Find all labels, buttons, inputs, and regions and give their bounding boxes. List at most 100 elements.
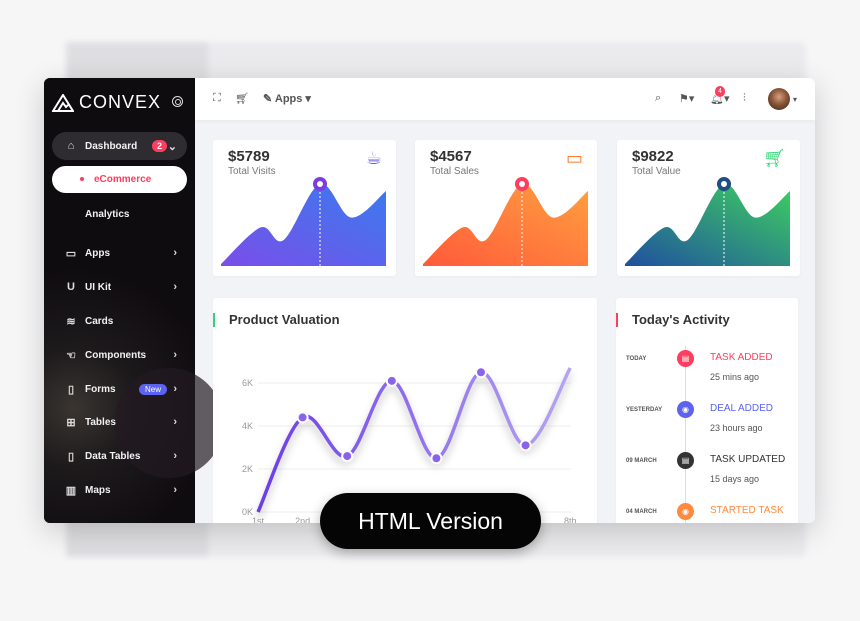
fullscreen-icon[interactable]: ⛶ [213,92,221,105]
sidebar-item-label: Dashboard [85,140,138,152]
sidebar-item-label: Apps [85,247,110,259]
product-valuation-panel: Product Valuation 0K 2K 4K 6K 1st 2nd 8th [213,298,597,523]
avatar-chevron-down-icon[interactable]: ▾ [793,95,797,104]
stat-amount: $5789 [228,148,270,165]
x-tick-label: 2nd [295,516,310,523]
notification-badge: 4 [715,86,725,97]
chevron-right-icon: › [173,450,177,462]
sidebar-item-label: Cards [85,315,114,327]
chevron-right-icon: › [173,484,177,496]
layers-icon: ≋ [66,315,76,328]
sidebar-item-label: Components [85,349,147,361]
apps-label: Apps [274,93,303,105]
data-point[interactable] [475,366,487,379]
eye-icon: ◉ [677,401,694,418]
stat-amount: $4567 [430,148,472,165]
y-tick-label: 4K [242,421,253,431]
stat-amount: $9822 [632,148,674,165]
sidebar-item-components[interactable]: ☜ Components › [52,341,187,369]
activity-title[interactable]: DEAL ADDED [710,403,773,414]
sparkline-chart [221,177,386,266]
activity-time: 23 hours ago [710,423,763,433]
stat-card: $4567 Total Sales ▭ [415,140,597,276]
stat-card: $9822 Total Value 🛒︎ [617,140,800,276]
sidebar-item-label: Analytics [85,208,130,220]
data-point[interactable] [341,450,354,463]
coffee-cup-icon: ☕︎ [365,148,382,168]
sidebar: CONVEX ⌂ Dashboard 2 ⌄ eCommerce Analytics ▭ Ap… [44,78,224,523]
mountain-logo-icon [52,93,74,112]
avatar[interactable] [768,88,790,110]
monitor-icon: ▭ [65,247,77,260]
wallet-icon: ▭ [565,148,583,168]
y-tick-label: 2K [242,464,253,474]
activity-item: 04 MARCH ◉ STARTED TASK [616,497,799,523]
flag-icon[interactable]: ⚑▾ [679,92,694,105]
home-icon: ⌂ [67,140,75,152]
sidebar-item-analytics[interactable]: Analytics [52,200,187,228]
activity-date: YESTERDAY [626,407,663,413]
sparkline-area [221,183,386,266]
sidebar-item-label: eCommerce [94,174,152,185]
cart-icon[interactable]: 🛒︎ [235,92,249,105]
sidebar-item-dashboard[interactable]: ⌂ Dashboard 2 ⌄ [52,132,187,160]
tablet-icon: ▯ [67,450,75,463]
data-point[interactable] [296,411,309,424]
sidebar-badge: 2 [151,140,167,152]
peak-marker[interactable] [313,177,327,191]
file-icon: ▯ [67,383,75,396]
chevron-right-icon: › [173,281,177,293]
sidebar-item-label: Forms [85,383,116,395]
sidebar-item-forms[interactable]: ▯ Forms New › [52,375,187,403]
search-icon[interactable]: ⌕ [655,92,661,105]
sidebar-item-label: Tables [85,416,116,428]
sidebar-item-ui-kit[interactable]: U UI Kit › [52,273,187,301]
data-point[interactable] [519,439,532,452]
x-tick-label: 1st [252,516,265,523]
sidebar-item-maps[interactable]: ▥ Maps › [52,476,187,504]
todays-activity-panel: Today's Activity TODAY ▤ TASK ADDED 25 m… [616,298,798,523]
product-valuation-chart: 0K2K4K6K1st 2nd 8th [242,366,576,523]
logo: CONVEX [52,92,161,113]
sidebar-item-ecommerce[interactable]: eCommerce [52,166,187,193]
sliders-icon[interactable]: ⫶ [743,92,746,105]
sidebar-item-apps[interactable]: ▭ Apps › [52,239,187,267]
brand-name: CONVEX [79,92,162,112]
data-point[interactable] [430,452,443,465]
grid-icon: ⊞ [66,416,76,429]
activity-time: 15 days ago [710,474,760,484]
activity-date: 04 MARCH [626,509,657,515]
activity-item: 09 MARCH ▤ TASK UPDATED 15 days ago [616,446,799,486]
sidebar-item-tables[interactable]: ⊞ Tables › [52,408,187,436]
sparkline-area [625,183,790,266]
activity-date: 09 MARCH [626,458,657,464]
activity-item: TODAY ▤ TASK ADDED 25 mins ago [616,344,799,384]
peak-marker[interactable] [717,177,731,191]
apps-menu[interactable]: ✎ Apps ▾ [263,92,311,105]
activity-title[interactable]: STARTED TASK [710,505,784,516]
data-point[interactable] [385,374,398,387]
map-icon: ▥ [65,484,77,497]
task-icon: ▤ [677,452,694,469]
sidebar-item-label: Data Tables [85,450,141,462]
sidebar-item-label: Maps [85,484,111,496]
activity-time: 25 mins ago [710,372,760,382]
activity-title[interactable]: TASK ADDED [710,352,773,363]
activity-title[interactable]: TASK UPDATED [710,454,785,465]
y-tick-label: 6K [242,378,253,388]
activity-item: YESTERDAY ◉ DEAL ADDED 23 hours ago [616,395,799,435]
settings-icon[interactable] [172,96,183,107]
chevron-right-icon: › [173,247,177,259]
chevron-right-icon: › [173,383,177,395]
task-icon: ▤ [677,350,694,367]
sparkline-chart [625,177,790,266]
sidebar-item-cards[interactable]: ≋ Cards [52,307,187,335]
eye-icon: ◉ [677,503,694,520]
chevron-right-icon: › [173,416,177,428]
sidebar-item-data-tables[interactable]: ▯ Data Tables › [52,442,187,470]
peak-marker[interactable] [515,177,529,191]
sidebar-item-label: UI Kit [85,281,112,293]
sidebar-badge: New [138,383,167,395]
stat-card: $5789 Total Visits ☕︎ [213,140,396,276]
html-version-banner: HTML Version [320,493,541,549]
